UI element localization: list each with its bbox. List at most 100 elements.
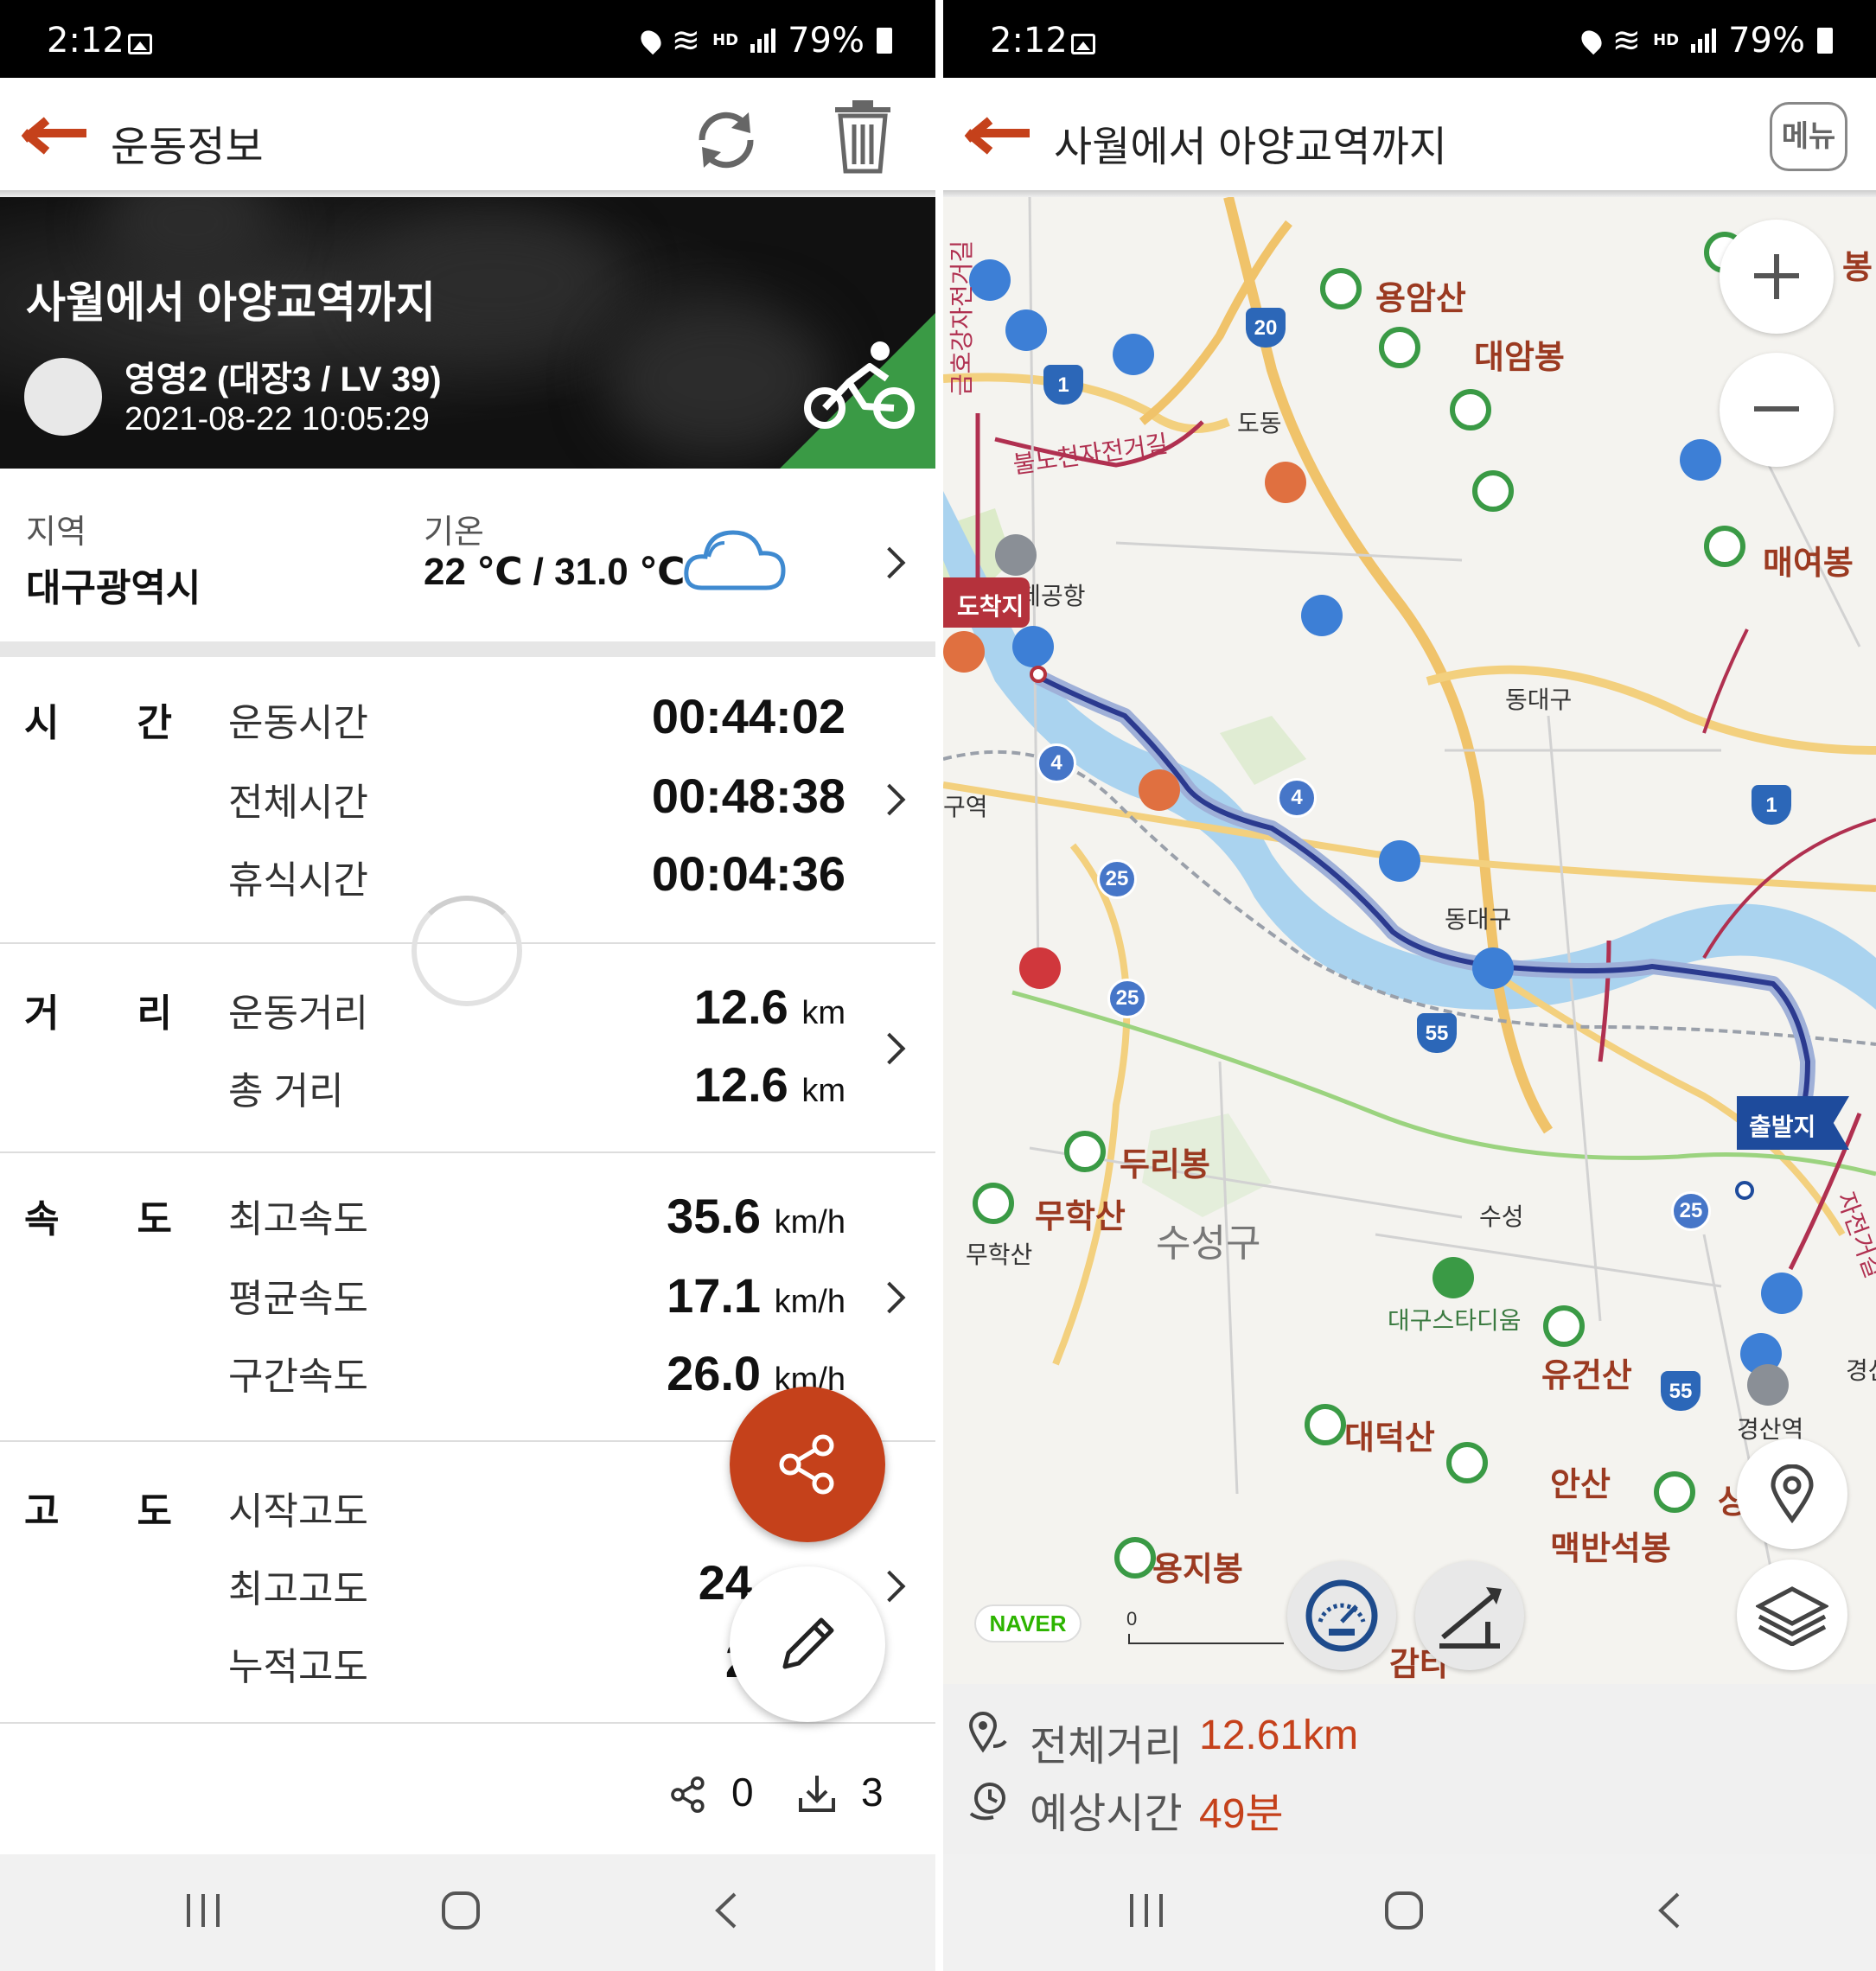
region-value: 대구광역시 [26, 567, 201, 609]
recent-apps-icon[interactable] [1125, 1889, 1168, 1932]
zoom-out-button[interactable] [1720, 353, 1834, 467]
place-label: 구역 [943, 794, 988, 820]
place-label: 용암산 [1375, 281, 1466, 317]
battery-icon [877, 28, 892, 54]
exercise-time-value: 00:44:02 [651, 689, 845, 743]
avatar[interactable] [24, 358, 102, 436]
back-icon[interactable] [705, 1889, 749, 1932]
mountain-icon [1114, 1537, 1156, 1579]
total-distance-value: 12.61km [1199, 1713, 1359, 1758]
route-title: 사월에서 아양교역까지 [26, 278, 436, 327]
route-map[interactable]: 20 1 1 4 4 25 25 25 55 55 용암산 대암봉 매여봉 두리… [943, 197, 1876, 1684]
park-icon [1113, 334, 1154, 375]
road-marker-4: 4 [1277, 778, 1317, 818]
page-title: 사월에서 아양교역까지 [1054, 124, 1447, 170]
arrival-flag[interactable]: 도착지 [943, 577, 1030, 628]
wifi-icon: ≋ [1611, 21, 1642, 61]
row-label: 누적고도 [228, 1646, 368, 1688]
share-count: 0 [731, 1770, 754, 1815]
map-pin-icon [1771, 1464, 1814, 1523]
back-arrow-icon[interactable] [21, 116, 86, 155]
download-icon[interactable] [795, 1772, 839, 1815]
rest-time-value: 00:04:36 [651, 846, 845, 901]
place-label: 두리봉 [1120, 1147, 1210, 1183]
clock-icon [969, 1783, 1005, 1821]
chevron-right-icon [873, 783, 906, 816]
share-icon[interactable] [667, 1774, 709, 1815]
departure-flag[interactable]: 출발지 [1737, 1096, 1849, 1150]
back-icon[interactable] [1649, 1889, 1692, 1932]
row-label: 전체시간 [228, 781, 368, 824]
place-label: 대덕산 [1344, 1420, 1435, 1457]
bike-road-label: 금호강자전거길 [948, 239, 976, 397]
my-location-button[interactable] [1737, 1438, 1847, 1549]
row-label: 휴식시간 [228, 859, 368, 902]
recent-apps-icon[interactable] [182, 1889, 225, 1932]
stats-footer: 0 3 [0, 1738, 935, 1850]
home-icon[interactable] [439, 1889, 482, 1932]
departure-label: 출발지 [1749, 1113, 1816, 1140]
layers-button[interactable] [1737, 1560, 1847, 1670]
location-icon [636, 26, 665, 55]
user-name: 영영2 (대장3 / LV 39) [124, 360, 442, 399]
park-icon [1379, 840, 1420, 882]
app-bar-shadow [0, 190, 935, 197]
menu-button[interactable]: 메뉴 [1770, 102, 1847, 171]
row-label: 총 거리 [228, 1070, 344, 1113]
interchange-label: 도동 [1237, 410, 1282, 437]
road-marker-25: 25 [1107, 979, 1147, 1018]
station-icon [1747, 1364, 1789, 1406]
home-icon[interactable] [1382, 1889, 1426, 1932]
back-arrow-icon[interactable] [964, 116, 1030, 155]
tourist-icon [1265, 462, 1306, 503]
row-label: 구간속도 [228, 1355, 368, 1398]
place-label: 무학산 [1035, 1199, 1126, 1235]
highway-shield-55: 55 [1417, 1013, 1457, 1053]
departure-point [1735, 1181, 1754, 1200]
park-icon [1301, 595, 1343, 636]
district-label: 수성구 [1156, 1222, 1261, 1265]
share-fab[interactable] [730, 1387, 885, 1542]
park-icon [1472, 947, 1514, 989]
mountain-icon [1379, 327, 1420, 368]
bicycle-icon [804, 341, 915, 429]
mountain-icon [1472, 470, 1514, 512]
minus-icon [1754, 406, 1799, 411]
tourist-icon [1139, 769, 1180, 811]
arrival-label: 도착지 [957, 593, 1024, 620]
total-distance-label: 전체거리 [1030, 1724, 1183, 1770]
edit-fab[interactable] [730, 1566, 885, 1722]
share-icon [779, 1434, 834, 1495]
interchange-label: 수성 [1479, 1203, 1524, 1230]
distance-section[interactable]: 거리 운동거리 12.6 km 총 거리 12.6 km [0, 944, 935, 1153]
place-label: 맥반석봉 [1550, 1531, 1671, 1567]
row-label: 최고고도 [228, 1568, 368, 1611]
interchange-label: 동대구 [1445, 906, 1512, 933]
elevation-button[interactable] [1415, 1561, 1524, 1670]
weather-row[interactable]: 지역 대구광역시 기온 22 ℃ / 31.0 ℃ [0, 469, 935, 641]
plus-icon-vertical [1774, 254, 1779, 299]
road-marker-4: 4 [1037, 743, 1076, 783]
zoom-in-button[interactable] [1720, 220, 1834, 334]
status-bar: 2:12 ≋ HD 79% [0, 0, 935, 78]
temperature-value: 22 ℃ / 31.0 ℃ [424, 551, 686, 593]
mountain-icon [1064, 1131, 1106, 1172]
mountain-icon [1320, 268, 1362, 309]
highway-shield-1: 1 [1043, 365, 1083, 405]
system-nav-bar [943, 1854, 1876, 1971]
chevron-right-icon [873, 1032, 906, 1065]
trash-icon[interactable] [830, 99, 896, 175]
stadium-icon [1433, 1257, 1474, 1298]
museum-icon [1019, 947, 1061, 989]
battery-level: 79% [788, 21, 865, 61]
highway-shield-20: 20 [1246, 308, 1286, 348]
status-time: 2:12 [990, 21, 1068, 61]
highway-shield-55: 55 [1661, 1371, 1701, 1411]
split-divider [935, 0, 943, 1971]
tourist-icon [943, 631, 985, 673]
speedometer-button[interactable] [1287, 1561, 1396, 1670]
row-label: 최고속도 [228, 1198, 368, 1241]
refresh-icon[interactable] [688, 102, 764, 178]
hd-voice-icon: HD [1653, 31, 1680, 49]
signal-icon [750, 29, 776, 53]
